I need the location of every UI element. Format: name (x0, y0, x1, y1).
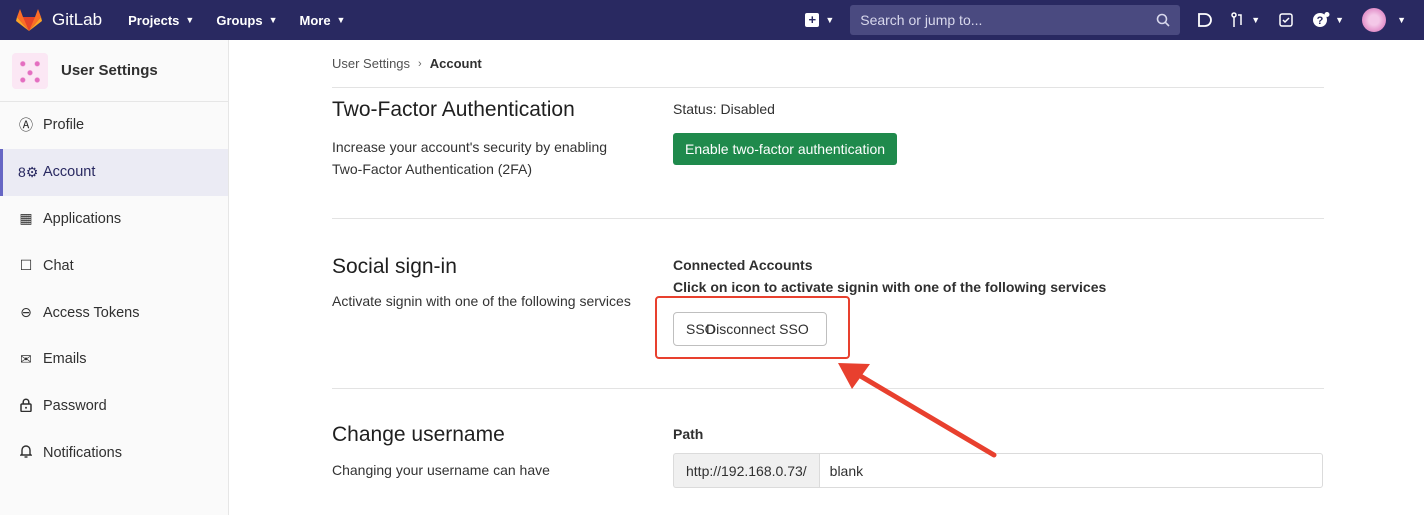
chevron-down-icon: ▼ (336, 15, 346, 25)
plus-square-icon: + (805, 13, 820, 27)
svg-text:?: ? (1317, 15, 1324, 27)
sidebar-item-applications[interactable]: ▦ Applications (0, 196, 228, 243)
change-username-info: Change username Changing your username c… (332, 423, 632, 481)
user-menu-dropdown[interactable]: ▼ (1362, 8, 1406, 32)
user-avatar (1362, 8, 1387, 32)
help-dropdown[interactable]: ? ▼ (1312, 12, 1344, 28)
brand-name: GitLab (52, 10, 103, 29)
sidebar-item-label: Emails (43, 351, 87, 368)
main-content: User Settings › Account Two-Factor Authe… (332, 40, 1324, 499)
help-icon: ? (1313, 12, 1330, 27)
change-username-description: Changing your username can have (332, 462, 550, 478)
nav-menu: Projects ▼ Groups ▼ More ▼ (128, 13, 367, 28)
social-signin-description: Activate signin with one of the followin… (332, 293, 631, 309)
more-dropdown[interactable]: More ▼ (299, 13, 345, 28)
sidebar-item-label: Password (43, 398, 107, 415)
email-icon: ✉ (20, 350, 32, 367)
path-prefix: http://192.168.0.73/ (673, 453, 819, 488)
sidebar-item-label: Profile (43, 117, 85, 134)
social-signin-info: Social sign-in Activate signin with one … (332, 255, 632, 312)
social-signin-title: Social sign-in (332, 255, 457, 278)
top-navbar: GitLab Projects ▼ Groups ▼ More ▼ + ▼ Se… (0, 0, 1424, 40)
chevron-down-icon: ▼ (185, 15, 195, 25)
sidebar-item-emails[interactable]: ✉ Emails (0, 336, 228, 383)
change-username-section: Change username Changing your username c… (332, 389, 1324, 499)
issues-button[interactable] (1196, 12, 1213, 28)
more-label: More (299, 12, 331, 28)
sidebar-item-profile[interactable]: Ⓐ Profile (0, 102, 228, 149)
connected-accounts-label: Connected Accounts (673, 257, 813, 273)
bell-icon (18, 444, 34, 461)
sidebar-item-password[interactable]: Password (0, 383, 228, 430)
sidebar-item-notifications[interactable]: Notifications (0, 430, 228, 477)
chevron-down-icon: ▼ (1251, 15, 1261, 25)
sidebar-item-label: Applications (43, 210, 122, 227)
chat-icon: ☐ (19, 257, 33, 274)
groups-dropdown[interactable]: Groups ▼ (216, 13, 277, 28)
two-factor-controls: Status: Disabled Enable two-factor authe… (673, 101, 898, 165)
annotation-highlight-box (655, 296, 850, 359)
sidebar-item-label: Notifications (43, 444, 122, 461)
breadcrumb: User Settings › Account (332, 40, 1324, 88)
sidebar-item-access-tokens[interactable]: ⊖ Access Tokens (0, 289, 228, 336)
projects-dropdown[interactable]: Projects ▼ (128, 13, 194, 28)
issues-icon (1198, 13, 1213, 27)
breadcrumb-current[interactable]: Account (430, 56, 482, 71)
projects-label: Projects (128, 12, 180, 28)
sidebar-item-chat[interactable]: ☐ Chat (0, 242, 228, 289)
sidebar-title: User Settings (61, 62, 158, 79)
search-icon (1156, 13, 1170, 27)
chevron-down-icon: ▼ (1335, 15, 1345, 25)
lock-icon (18, 398, 34, 415)
merge-request-icon (1231, 12, 1242, 27)
chevron-down-icon: ▼ (1397, 15, 1406, 25)
account-icon: 8⚙ (18, 163, 39, 180)
sidebar-item-label: Chat (43, 257, 74, 274)
two-factor-title: Two-Factor Authentication (332, 98, 575, 121)
social-signin-hint: Click on icon to activate signin with on… (673, 279, 1107, 295)
merge-requests-dropdown[interactable]: ▼ (1230, 12, 1260, 28)
two-factor-info: Two-Factor Authentication Increase your … (332, 98, 632, 180)
todos-button[interactable] (1278, 12, 1294, 28)
new-item-dropdown[interactable]: + ▼ (805, 13, 834, 27)
gitlab-home-link[interactable]: GitLab (16, 0, 102, 40)
groups-label: Groups (216, 12, 263, 28)
gitlab-logo-icon (16, 9, 42, 31)
search-input[interactable]: Search or jump to... (850, 5, 1181, 35)
enable-2fa-button[interactable]: Enable two-factor authentication (673, 133, 898, 165)
sidebar-item-label: Account (43, 164, 96, 181)
sidebar-header[interactable]: User Settings (0, 40, 228, 102)
chevron-down-icon: ▼ (825, 15, 835, 25)
chevron-right-icon: › (418, 57, 422, 70)
applications-icon: ▦ (19, 210, 33, 227)
settings-sidebar: User Settings Ⓐ Profile 8⚙ Account ▦ App… (0, 40, 229, 515)
todo-check-icon (1279, 13, 1293, 27)
breadcrumb-parent-link[interactable]: User Settings (332, 56, 410, 71)
search-placeholder: Search or jump to... (860, 12, 983, 28)
sidebar-item-account[interactable]: 8⚙ Account (0, 148, 228, 196)
navbar-right: + ▼ Search or jump to... ▼ ? ▼ ▼ (805, 0, 1424, 40)
annotation-arrow-icon (838, 363, 997, 458)
token-icon: ⊖ (20, 304, 32, 321)
two-factor-description: Increase your account's security by enab… (332, 139, 608, 177)
chevron-down-icon: ▼ (268, 15, 278, 25)
sidebar-item-label: Access Tokens (43, 304, 140, 321)
two-factor-section: Two-Factor Authentication Increase your … (332, 88, 1324, 219)
two-factor-status: Status: Disabled (673, 101, 775, 117)
user-settings-avatar (12, 52, 48, 89)
profile-icon: Ⓐ (19, 117, 33, 134)
change-username-title: Change username (332, 423, 505, 446)
